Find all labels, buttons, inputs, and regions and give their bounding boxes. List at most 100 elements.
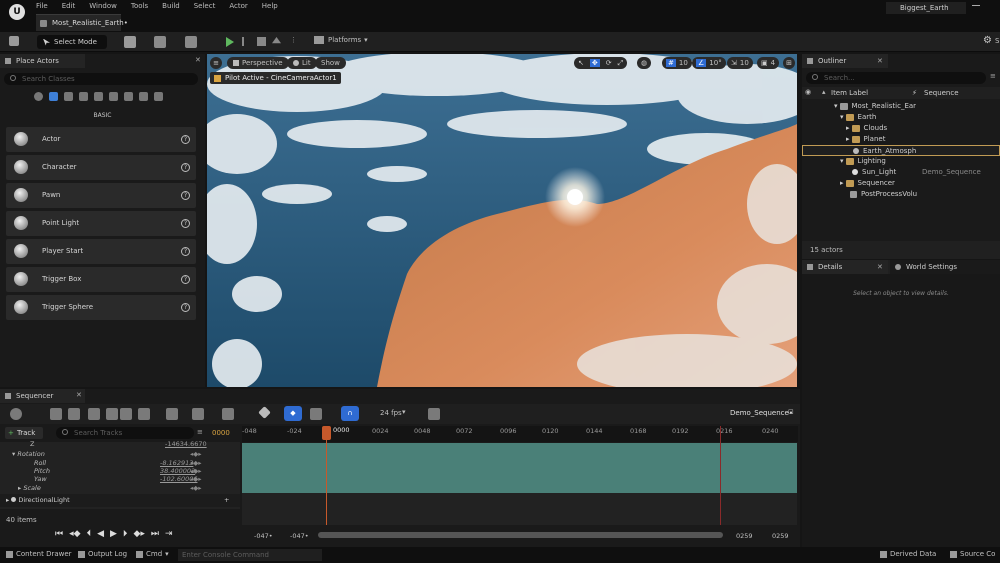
- help-icon[interactable]: ?: [181, 191, 190, 200]
- lights-icon[interactable]: [64, 92, 73, 101]
- unreal-logo-icon[interactable]: U: [9, 4, 25, 20]
- console-input[interactable]: Enter Console Command: [178, 549, 322, 561]
- recent-icon[interactable]: [34, 92, 43, 101]
- outliner-tab[interactable]: Outliner: [802, 54, 888, 68]
- close-icon[interactable]: ✕: [877, 263, 883, 271]
- add-plus-icon[interactable]: +: [224, 494, 229, 507]
- cmd-dropdown[interactable]: Cmd ▾: [136, 550, 169, 558]
- camera-speed-icon[interactable]: ▣: [761, 59, 768, 67]
- source-control-button[interactable]: Source Co: [950, 550, 995, 558]
- help-icon[interactable]: ?: [181, 303, 190, 312]
- filter-icon[interactable]: ≡: [197, 428, 203, 436]
- select-mode-dropdown[interactable]: Select Mode: [37, 35, 107, 49]
- tree-row-atmosphere[interactable]: Earth_Atmosph: [802, 145, 1000, 156]
- tree-row-level[interactable]: ▾ Most_Realistic_Ear: [802, 101, 1000, 112]
- point-light-item[interactable]: Point Light?: [6, 211, 196, 236]
- world-local-toggle[interactable]: ◍: [637, 57, 652, 69]
- range-end[interactable]: 0259: [772, 532, 789, 540]
- find-asset-icon[interactable]: [68, 408, 80, 420]
- move-tool-icon[interactable]: ✥: [589, 59, 600, 67]
- tree-row-sun-light[interactable]: Sun_Light Demo_Sequence: [802, 167, 1000, 178]
- go-to-end-icon[interactable]: ⏭: [151, 529, 159, 539]
- layout-icon[interactable]: ⊞: [783, 57, 795, 69]
- track-row-rotation[interactable]: ▾ Rotation ◂◆▸: [12, 450, 240, 459]
- camera-cut-icon[interactable]: [120, 408, 132, 420]
- outliner-search-input[interactable]: Search...: [806, 72, 986, 84]
- auto-key-icon[interactable]: ◆: [284, 406, 302, 421]
- camera-speed[interactable]: ▣ 4: [757, 57, 780, 69]
- keyframe-nav-icon[interactable]: ◂◆▸: [190, 459, 202, 467]
- settings-label[interactable]: S: [995, 37, 999, 45]
- rotation-snap-icon[interactable]: ∠: [696, 59, 707, 67]
- play-icon[interactable]: ▶: [110, 529, 117, 539]
- pawn-item[interactable]: Pawn?: [6, 183, 196, 208]
- help-icon[interactable]: ?: [181, 163, 190, 172]
- visibility-eye-icon[interactable]: ◉: [805, 88, 811, 96]
- view-icon[interactable]: [192, 408, 204, 420]
- filter-icon[interactable]: ≡: [990, 72, 996, 80]
- edit-mode-icon[interactable]: [310, 408, 322, 420]
- step-forward-icon[interactable]: ⏵: [123, 529, 128, 539]
- rotate-tool-icon[interactable]: ⟳: [606, 59, 612, 67]
- tree-row-planet[interactable]: ▸ Planet: [802, 134, 1000, 145]
- play-icon[interactable]: [226, 37, 234, 47]
- menu-actor[interactable]: Actor: [229, 0, 247, 12]
- help-icon[interactable]: ?: [181, 247, 190, 256]
- help-icon[interactable]: ?: [181, 275, 190, 284]
- clapper-icon[interactable]: [106, 408, 118, 420]
- hierarchy-icon[interactable]: [138, 408, 150, 420]
- lit-button[interactable]: Lit: [287, 57, 317, 69]
- lock-icon[interactable]: ⊡: [788, 408, 794, 416]
- place-actors-tab[interactable]: Place Actors: [0, 54, 85, 68]
- visual-effects-icon[interactable]: [94, 92, 103, 101]
- volumes-icon[interactable]: [124, 92, 133, 101]
- track-row-yaw[interactable]: Yaw -102.60006 ◂◆▸: [34, 475, 240, 484]
- menu-help[interactable]: Help: [262, 0, 278, 12]
- cinematic-icon[interactable]: [79, 92, 88, 101]
- playback-options-icon[interactable]: [222, 408, 234, 420]
- track-value[interactable]: -8.162913: [160, 459, 193, 467]
- player-start-item[interactable]: Player Start?: [6, 239, 196, 264]
- menu-file[interactable]: File: [36, 0, 48, 12]
- save-icon[interactable]: [9, 36, 19, 46]
- tree-row-sequencer[interactable]: ▸ Sequencer: [802, 178, 1000, 189]
- fps-dropdown[interactable]: 24 fps: [380, 409, 402, 417]
- menu-build[interactable]: Build: [162, 0, 180, 12]
- hamburger-menu-icon[interactable]: ≡: [210, 57, 222, 69]
- track-row-directional-light[interactable]: ▸ DirectionalLight +: [0, 494, 240, 507]
- level-tab[interactable]: Most_Realistic_Earth•: [36, 14, 128, 31]
- tools-icon[interactable]: [166, 408, 178, 420]
- close-icon[interactable]: ✕: [195, 56, 201, 64]
- sequencer-tab[interactable]: Sequencer: [0, 389, 85, 403]
- menu-tools[interactable]: Tools: [131, 0, 148, 12]
- playhead-handle[interactable]: [322, 426, 331, 440]
- sequence-header[interactable]: Sequence: [924, 89, 959, 97]
- current-frame[interactable]: 0000: [212, 429, 230, 437]
- next-key-icon[interactable]: ◆▸: [133, 529, 144, 539]
- tree-row-lighting[interactable]: ▾ Lighting: [802, 156, 1000, 167]
- snap-magnet-icon[interactable]: ∩: [341, 406, 359, 421]
- basic-icon[interactable]: [49, 92, 58, 101]
- keyframe-nav-icon[interactable]: ◂◆▸: [190, 467, 202, 475]
- save-icon[interactable]: [50, 408, 62, 420]
- add-track-button[interactable]: + Track: [5, 427, 43, 439]
- track-value[interactable]: -14634.6670: [165, 440, 207, 448]
- rotation-snap[interactable]: ∠ 10°: [692, 57, 726, 69]
- cinematics-icon[interactable]: [185, 36, 197, 48]
- details-tab[interactable]: Details: [802, 260, 888, 274]
- grid-snap-icon[interactable]: #: [666, 59, 676, 67]
- range-start[interactable]: -047•: [254, 532, 273, 540]
- trigger-sphere-item[interactable]: Trigger Sphere?: [6, 295, 196, 320]
- gear-icon[interactable]: ⚙: [983, 35, 992, 46]
- menu-select[interactable]: Select: [194, 0, 216, 12]
- curve-editor-icon[interactable]: [428, 408, 440, 420]
- scale-snap-icon[interactable]: ⇲: [731, 59, 737, 67]
- view-start[interactable]: -047•: [290, 532, 309, 540]
- keyframe-nav-icon[interactable]: ◂◆▸: [190, 475, 202, 483]
- close-icon[interactable]: ✕: [76, 391, 82, 399]
- eject-icon[interactable]: [272, 37, 281, 44]
- add-content-icon[interactable]: [124, 36, 136, 48]
- play-reverse-icon[interactable]: ◀: [97, 529, 104, 539]
- content-drawer-button[interactable]: Content Drawer: [6, 550, 72, 558]
- view-end[interactable]: 0259: [736, 532, 753, 540]
